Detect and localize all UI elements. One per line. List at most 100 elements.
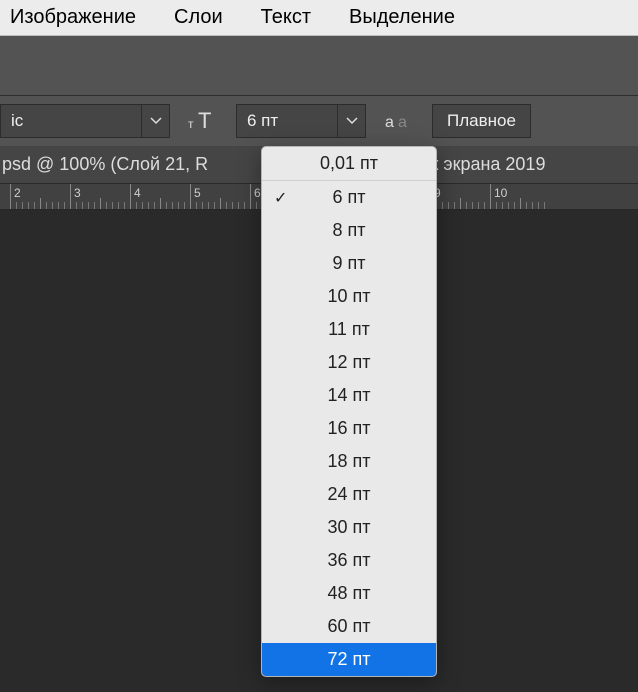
ruler-minor-tick [214,202,215,209]
dropdown-item[interactable]: 8 пт [262,214,436,247]
font-size-value: 6 пт [237,111,337,131]
ruler-minor-tick [166,202,167,209]
ruler-minor-tick [538,202,539,209]
menu-layers[interactable]: Слои [174,6,223,29]
ruler-minor-tick [448,202,449,209]
check-icon: ✓ [274,188,287,208]
ruler-minor-tick [58,202,59,209]
dropdown-item-label: 72 пт [262,649,436,670]
ruler-minor-tick [136,202,137,209]
ruler-label: 2 [14,186,21,200]
document-title-left: psd @ 100% (Слой 21, R [2,154,208,175]
ruler-minor-tick [106,202,107,209]
dropdown-item-label: 48 пт [262,583,436,604]
ruler-minor-tick [100,198,101,209]
toolbar-gap [0,36,638,96]
dropdown-item-label: 11 пт [262,319,436,340]
ruler-minor-tick [82,202,83,209]
ruler-minor-tick [208,202,209,209]
ruler-label: 5 [194,186,201,200]
antialias-icon: a a [380,104,418,138]
chevron-down-icon[interactable] [337,105,365,137]
dropdown-item[interactable]: ✓6 пт [262,181,436,214]
dropdown-item-label: 9 пт [262,253,436,274]
ruler-minor-tick [226,202,227,209]
ruler-minor-tick [454,202,455,209]
dropdown-item[interactable]: 11 пт [262,313,436,346]
ruler-minor-tick [244,202,245,209]
svg-text:Т: Т [198,110,211,132]
ruler-label: 3 [74,186,81,200]
dropdown-item-label: 60 пт [262,616,436,637]
ruler-minor-tick [94,202,95,209]
dropdown-item-label: 14 пт [262,385,436,406]
dropdown-item[interactable]: 48 пт [262,577,436,610]
dropdown-item-label: 24 пт [262,484,436,505]
dropdown-item[interactable]: 72 пт [262,643,436,676]
ruler-label: 10 [494,186,507,200]
ruler-minor-tick [34,202,35,209]
ruler-minor-tick [184,202,185,209]
dropdown-item[interactable]: 16 пт [262,412,436,445]
chevron-down-icon[interactable] [141,105,169,137]
ruler-minor-tick [46,202,47,209]
font-size-dropdown: 0,01 пт ✓6 пт 8 пт 9 пт 10 пт 11 пт 12 пт 14 п… [261,146,437,677]
ruler-label: 4 [134,186,141,200]
menu-text[interactable]: Текст [261,6,311,29]
dropdown-item-label: 6 пт [262,187,436,208]
antialias-combo[interactable]: Плавное [432,104,531,138]
dropdown-item-label: 12 пт [262,352,436,373]
ruler-minor-tick [526,202,527,209]
dropdown-item[interactable]: 30 пт [262,511,436,544]
menu-image[interactable]: Изображение [10,6,136,29]
svg-text:т: т [188,117,194,131]
ruler-minor-tick [196,202,197,209]
dropdown-item[interactable]: 60 пт [262,610,436,643]
ruler-minor-tick [496,202,497,209]
ruler-minor-tick [172,202,173,209]
ruler-minor-tick [502,202,503,209]
ruler-minor-tick [154,202,155,209]
menu-selection[interactable]: Выделение [349,6,455,29]
dropdown-item[interactable]: 10 пт [262,280,436,313]
ruler-minor-tick [148,202,149,209]
dropdown-item-label: 30 пт [262,517,436,538]
ruler-minor-tick [178,202,179,209]
font-size-icon: т Т [184,104,222,138]
ruler-minor-tick [520,198,521,209]
ruler-minor-tick [52,202,53,209]
ruler-label: 6 [254,186,261,200]
antialias-value: Плавное [447,111,516,131]
ruler-minor-tick [544,202,545,209]
ruler-minor-tick [238,202,239,209]
svg-text:a: a [385,114,394,131]
ruler-minor-tick [514,202,515,209]
ruler-minor-tick [460,198,461,209]
ruler-minor-tick [202,202,203,209]
dropdown-item[interactable]: 14 пт [262,379,436,412]
ruler-minor-tick [160,198,161,209]
ruler-minor-tick [142,202,143,209]
ruler-minor-tick [16,202,17,209]
ruler-minor-tick [112,202,113,209]
dropdown-item[interactable]: 18 пт [262,445,436,478]
ruler-minor-tick [232,202,233,209]
ruler-minor-tick [508,202,509,209]
dropdown-item[interactable]: 24 пт [262,478,436,511]
dropdown-item-label: 10 пт [262,286,436,307]
ruler-minor-tick [22,202,23,209]
dropdown-item-label: 16 пт [262,418,436,439]
dropdown-item[interactable]: 12 пт [262,346,436,379]
ruler-minor-tick [118,202,119,209]
ruler-minor-tick [466,202,467,209]
dropdown-item-label: 8 пт [262,220,436,241]
dropdown-item[interactable]: 9 пт [262,247,436,280]
dropdown-item-top[interactable]: 0,01 пт [262,147,436,180]
menubar: Изображение Слои Текст Выделение [0,0,638,36]
ruler-minor-tick [64,202,65,209]
font-style-combo[interactable]: ic [0,104,170,138]
font-size-combo[interactable]: 6 пт [236,104,366,138]
ruler-minor-tick [88,202,89,209]
dropdown-item[interactable]: 36 пт [262,544,436,577]
ruler-minor-tick [484,202,485,209]
